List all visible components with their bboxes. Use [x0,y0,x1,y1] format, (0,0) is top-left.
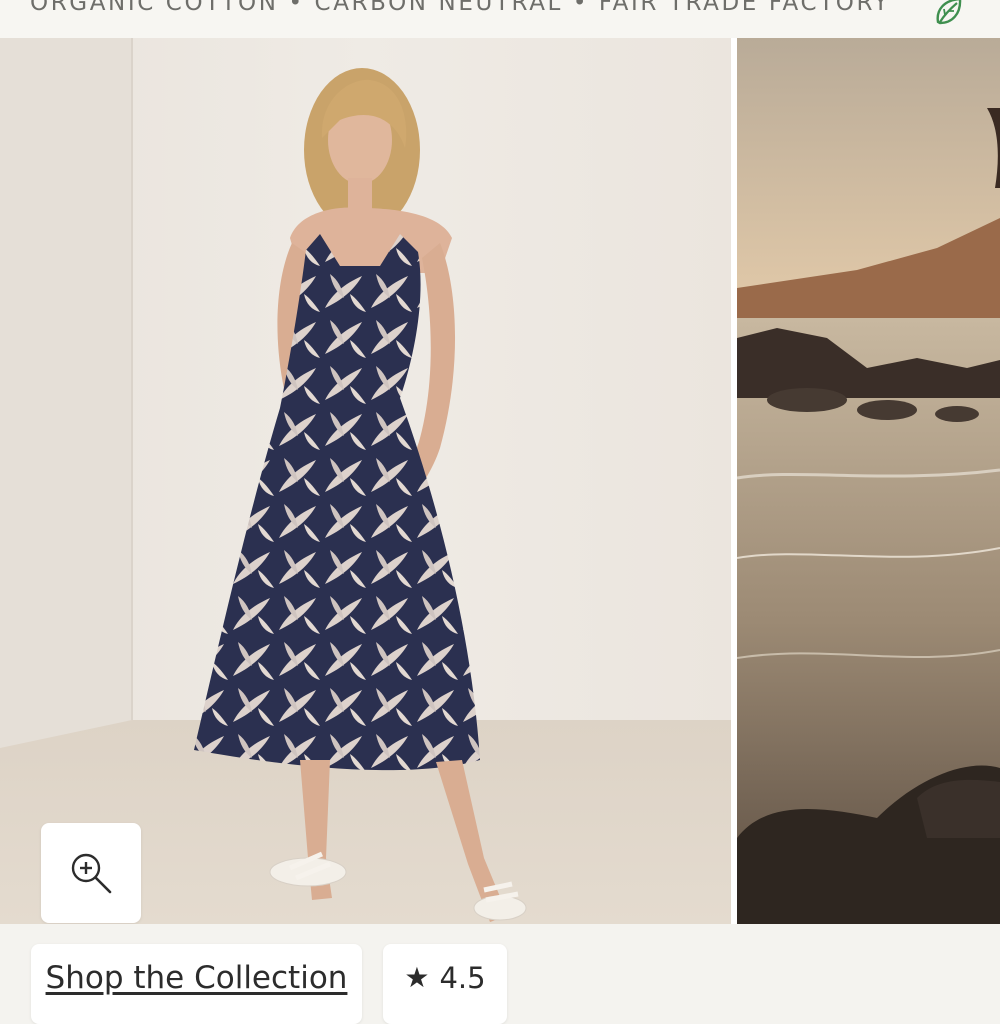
leaf-icon [936,0,962,25]
product-photo-model[interactable] [0,38,731,924]
zoom-button[interactable] [41,823,141,923]
product-image-gallery[interactable] [0,38,1000,924]
rating-badge[interactable]: ★ 4.5 [383,944,507,1024]
shop-collection-link[interactable]: Shop the Collection [46,960,348,996]
rating-value: 4.5 [439,961,486,995]
star-icon: ★ [404,962,430,993]
top-banner: ORGANIC COTTON • CARBON NEUTRAL • FAIR T… [0,0,1000,38]
product-photo-beach[interactable] [737,38,1000,924]
sustainability-tagline: ORGANIC COTTON • CARBON NEUTRAL • FAIR T… [30,0,891,16]
shop-collection-button[interactable]: Shop the Collection [31,944,362,1024]
zoom-in-icon [71,853,112,894]
action-bar: Shop the Collection ★ 4.5 [0,924,1000,1024]
